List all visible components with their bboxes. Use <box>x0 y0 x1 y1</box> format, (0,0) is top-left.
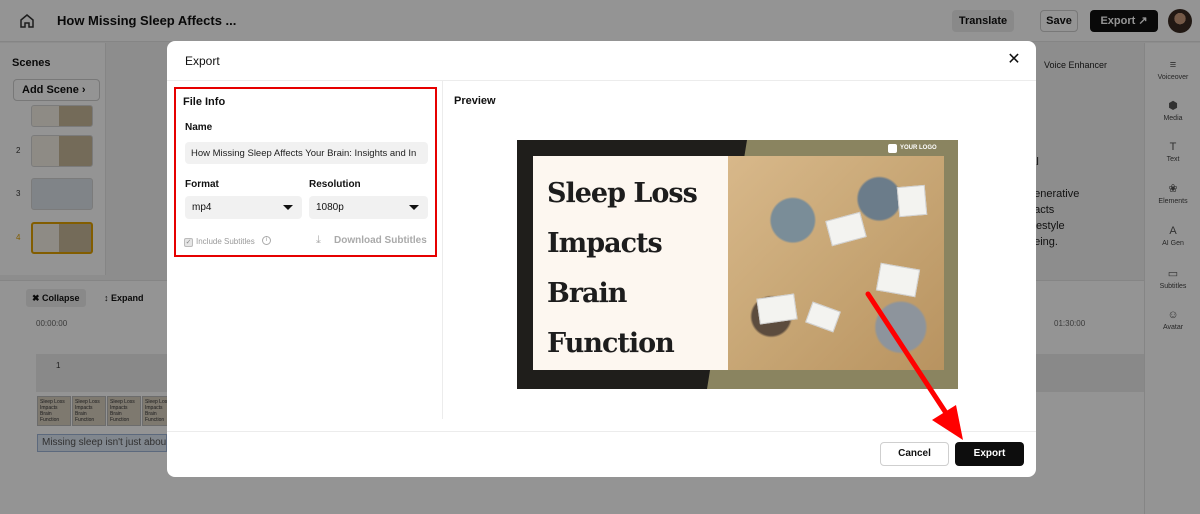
preview-title-line: Brain <box>547 278 627 309</box>
photo-paper <box>756 293 798 325</box>
format-select[interactable]: mp4 <box>185 196 302 219</box>
export-button[interactable]: Export <box>955 442 1024 466</box>
format-label: Format <box>185 179 219 190</box>
file-info-section: File Info Name Format mp4 Resolution 108… <box>174 87 437 257</box>
format-value: mp4 <box>192 202 212 213</box>
preview-title-line: Function <box>547 328 675 359</box>
resolution-value: 1080p <box>316 202 344 213</box>
download-icon: ⤓ <box>316 234 321 246</box>
name-label: Name <box>185 122 213 133</box>
resolution-select[interactable]: 1080p <box>309 196 428 219</box>
logo-placeholder-icon <box>888 144 897 153</box>
photo-paper <box>825 211 867 247</box>
export-modal: Export ✕ File Info Name Format mp4 Resol… <box>167 41 1036 477</box>
info-icon[interactable]: i <box>262 236 271 245</box>
close-icon[interactable]: ✕ <box>1007 52 1021 68</box>
modal-title: Export <box>185 54 220 68</box>
divider <box>167 431 1036 432</box>
photo-paper <box>805 301 841 333</box>
cancel-button[interactable]: Cancel <box>880 442 949 466</box>
preview-title-line: Impacts <box>547 228 663 259</box>
preview-photo <box>728 156 944 370</box>
caret-down-icon <box>409 205 419 210</box>
file-name-input[interactable] <box>185 142 428 164</box>
file-info-title: File Info <box>183 96 226 108</box>
preview-logo-text: YOUR LOGO <box>900 145 937 151</box>
caret-down-icon <box>283 205 293 210</box>
divider <box>442 81 443 419</box>
divider <box>167 80 1036 81</box>
include-subtitles-label: Include Subtitles <box>196 237 255 246</box>
resolution-label: Resolution <box>309 179 361 190</box>
download-subtitles-button[interactable]: Download Subtitles <box>334 235 427 246</box>
video-preview[interactable]: Sleep Loss Impacts Brain Function YOUR L… <box>517 140 958 389</box>
preview-title-line: Sleep Loss <box>547 178 698 209</box>
photo-paper <box>875 262 921 298</box>
photo-paper <box>896 184 928 218</box>
preview-label: Preview <box>454 95 496 107</box>
include-subtitles-checkbox[interactable]: ✓ <box>184 238 193 247</box>
